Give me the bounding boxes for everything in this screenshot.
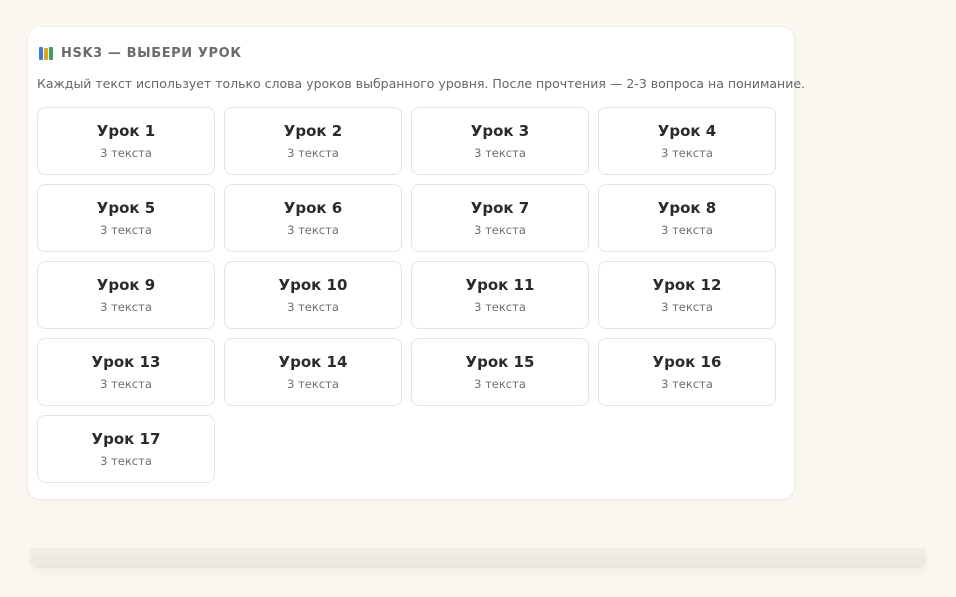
lesson-name: Урок 16 (652, 353, 722, 371)
lesson-text-count: 3 текста (474, 223, 526, 237)
lesson-card-5[interactable]: Урок 5 3 текста (37, 184, 215, 252)
lesson-text-count: 3 текста (474, 377, 526, 391)
lesson-card-9[interactable]: Урок 9 3 текста (37, 261, 215, 329)
lesson-name: Урок 10 (278, 276, 348, 294)
lesson-text-count: 3 текста (474, 146, 526, 160)
lesson-text-count: 3 текста (100, 454, 152, 468)
lesson-name: Урок 17 (91, 430, 161, 448)
lesson-text-count: 3 текста (287, 377, 339, 391)
lesson-name: Урок 1 (96, 122, 156, 140)
lesson-text-count: 3 текста (661, 223, 713, 237)
panel-description: Каждый текст использует только слова уро… (37, 76, 805, 91)
lower-panel-edge (30, 548, 926, 568)
lesson-card-8[interactable]: Урок 8 3 текста (598, 184, 776, 252)
lesson-text-count: 3 текста (474, 300, 526, 314)
lesson-name: Урок 14 (278, 353, 348, 371)
lesson-text-count: 3 текста (661, 300, 713, 314)
books-icon (39, 46, 53, 60)
lesson-card-11[interactable]: Урок 11 3 текста (411, 261, 589, 329)
lesson-card-10[interactable]: Урок 10 3 текста (224, 261, 402, 329)
lesson-card-2[interactable]: Урок 2 3 текста (224, 107, 402, 175)
lesson-selection-panel: HSK3 — ВЫБЕРИ УРОК Каждый текст использу… (28, 27, 805, 499)
lesson-name: Урок 13 (91, 353, 161, 371)
lesson-text-count: 3 текста (287, 223, 339, 237)
lesson-grid: Урок 1 3 текста Урок 2 3 текста Урок 3 3… (37, 107, 777, 483)
lesson-text-count: 3 текста (100, 377, 152, 391)
lesson-name: Урок 7 (470, 199, 530, 217)
panel-header: HSK3 — ВЫБЕРИ УРОК (39, 43, 242, 63)
lesson-card-3[interactable]: Урок 3 3 текста (411, 107, 589, 175)
lesson-name: Урок 2 (283, 122, 343, 140)
lesson-card-14[interactable]: Урок 14 3 текста (224, 338, 402, 406)
lesson-card-7[interactable]: Урок 7 3 текста (411, 184, 589, 252)
panel-title: HSK3 — ВЫБЕРИ УРОК (61, 45, 242, 61)
lesson-card-12[interactable]: Урок 12 3 текста (598, 261, 776, 329)
lesson-text-count: 3 текста (661, 377, 713, 391)
lesson-text-count: 3 текста (287, 300, 339, 314)
lesson-card-4[interactable]: Урок 4 3 текста (598, 107, 776, 175)
lesson-card-17[interactable]: Урок 17 3 текста (37, 415, 215, 483)
lesson-text-count: 3 текста (661, 146, 713, 160)
lesson-card-16[interactable]: Урок 16 3 текста (598, 338, 776, 406)
lesson-name: Урок 15 (465, 353, 535, 371)
lesson-text-count: 3 текста (100, 146, 152, 160)
lesson-name: Урок 11 (465, 276, 535, 294)
lesson-card-6[interactable]: Урок 6 3 текста (224, 184, 402, 252)
lesson-card-13[interactable]: Урок 13 3 текста (37, 338, 215, 406)
lesson-name: Урок 3 (470, 122, 530, 140)
lesson-name: Урок 4 (657, 122, 717, 140)
lesson-name: Урок 5 (96, 199, 156, 217)
lesson-text-count: 3 текста (287, 146, 339, 160)
lesson-name: Урок 8 (657, 199, 717, 217)
lesson-card-15[interactable]: Урок 15 3 текста (411, 338, 589, 406)
lesson-card-1[interactable]: Урок 1 3 текста (37, 107, 215, 175)
lesson-text-count: 3 текста (100, 223, 152, 237)
lesson-name: Урок 12 (652, 276, 722, 294)
lesson-text-count: 3 текста (100, 300, 152, 314)
lesson-name: Урок 9 (96, 276, 156, 294)
lesson-name: Урок 6 (283, 199, 343, 217)
